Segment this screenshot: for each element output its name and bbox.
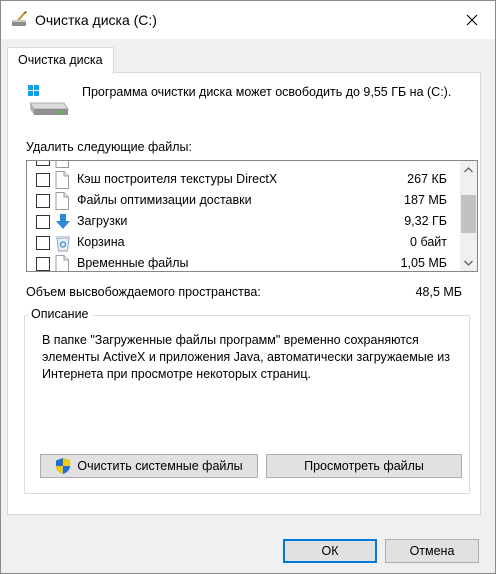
disk-cleanup-app-icon — [11, 11, 29, 32]
clean-system-files-label: Очистить системные файлы — [77, 459, 243, 473]
chevron-down-icon — [464, 260, 473, 266]
drive-icon — [28, 85, 70, 124]
file-size: 9,32 ГБ — [404, 214, 447, 228]
list-item[interactable]: Файлы оптимизации доставки 187 МБ — [27, 191, 457, 212]
scroll-down-button[interactable] — [460, 254, 477, 271]
space-freed-value: 48,5 МБ — [415, 285, 462, 299]
file-checkbox[interactable] — [36, 215, 50, 229]
list-item[interactable]: Загрузки 9,32 ГБ — [27, 212, 457, 233]
file-checkbox[interactable] — [36, 161, 50, 166]
scroll-thumb[interactable] — [461, 195, 476, 234]
tab-disk-cleanup[interactable]: Очистка диска — [7, 47, 114, 74]
download-icon — [55, 213, 71, 231]
tab-panel: Программа очистки диска может освободить… — [7, 72, 481, 515]
ok-button[interactable]: ОК — [283, 539, 377, 563]
intro-text: Программа очистки диска может освободить… — [82, 85, 452, 99]
file-size: 187 МБ — [404, 193, 447, 207]
file-name: Загрузки — [77, 214, 128, 228]
uac-shield-icon — [55, 457, 71, 475]
list-item[interactable]: Кэш построителя текстуры DirectX 267 КБ — [27, 170, 457, 191]
file-checkbox[interactable] — [36, 257, 50, 271]
file-icon — [55, 255, 71, 271]
view-files-button[interactable]: Просмотреть файлы — [266, 454, 462, 478]
chevron-up-icon — [464, 166, 473, 172]
files-list[interactable]: Кэш построителя текстуры DirectX 267 КБ Фа… — [26, 160, 478, 272]
close-icon — [466, 14, 478, 26]
file-size: 0 байт — [410, 235, 447, 249]
file-size: 267 КБ — [407, 172, 447, 186]
title-bar: Очистка диска (C:) — [1, 1, 495, 39]
file-name: Корзина — [77, 235, 125, 249]
file-icon — [55, 171, 71, 189]
space-freed-label: Объем высвобождаемого пространства: — [26, 285, 261, 299]
files-list-scrollbar[interactable] — [460, 161, 477, 271]
close-button[interactable] — [449, 1, 495, 39]
file-icon — [55, 192, 71, 210]
list-item[interactable] — [27, 161, 457, 170]
tab-strip: Очистка диска — [1, 39, 495, 74]
scroll-up-button[interactable] — [460, 161, 477, 178]
disk-cleanup-window: Очистка диска (C:) Очистка диска Програм… — [0, 0, 496, 574]
description-legend: Описание — [28, 307, 92, 321]
file-name: Кэш построителя текстуры DirectX — [77, 172, 278, 186]
files-list-items: Кэш построителя текстуры DirectX 267 КБ Фа… — [27, 161, 457, 271]
window-title: Очистка диска (C:) — [35, 12, 157, 28]
file-checkbox[interactable] — [36, 236, 50, 250]
file-checkbox[interactable] — [36, 194, 50, 208]
file-icon — [55, 161, 71, 168]
file-name: Временные файлы — [77, 256, 189, 270]
recycle-bin-icon — [55, 234, 71, 252]
clean-system-files-button[interactable]: Очистить системные файлы — [40, 454, 258, 478]
description-text: В папке "Загруженные файлы программ" вре… — [42, 333, 450, 381]
cancel-button[interactable]: Отмена — [385, 539, 479, 563]
files-to-delete-label: Удалить следующие файлы: — [26, 140, 192, 154]
list-item[interactable]: Временные файлы 1,05 МБ — [27, 254, 457, 271]
file-name: Файлы оптимизации доставки — [77, 193, 252, 207]
file-checkbox[interactable] — [36, 173, 50, 187]
list-item[interactable]: Корзина 0 байт — [27, 233, 457, 254]
file-size: 1,05 МБ — [400, 256, 447, 270]
